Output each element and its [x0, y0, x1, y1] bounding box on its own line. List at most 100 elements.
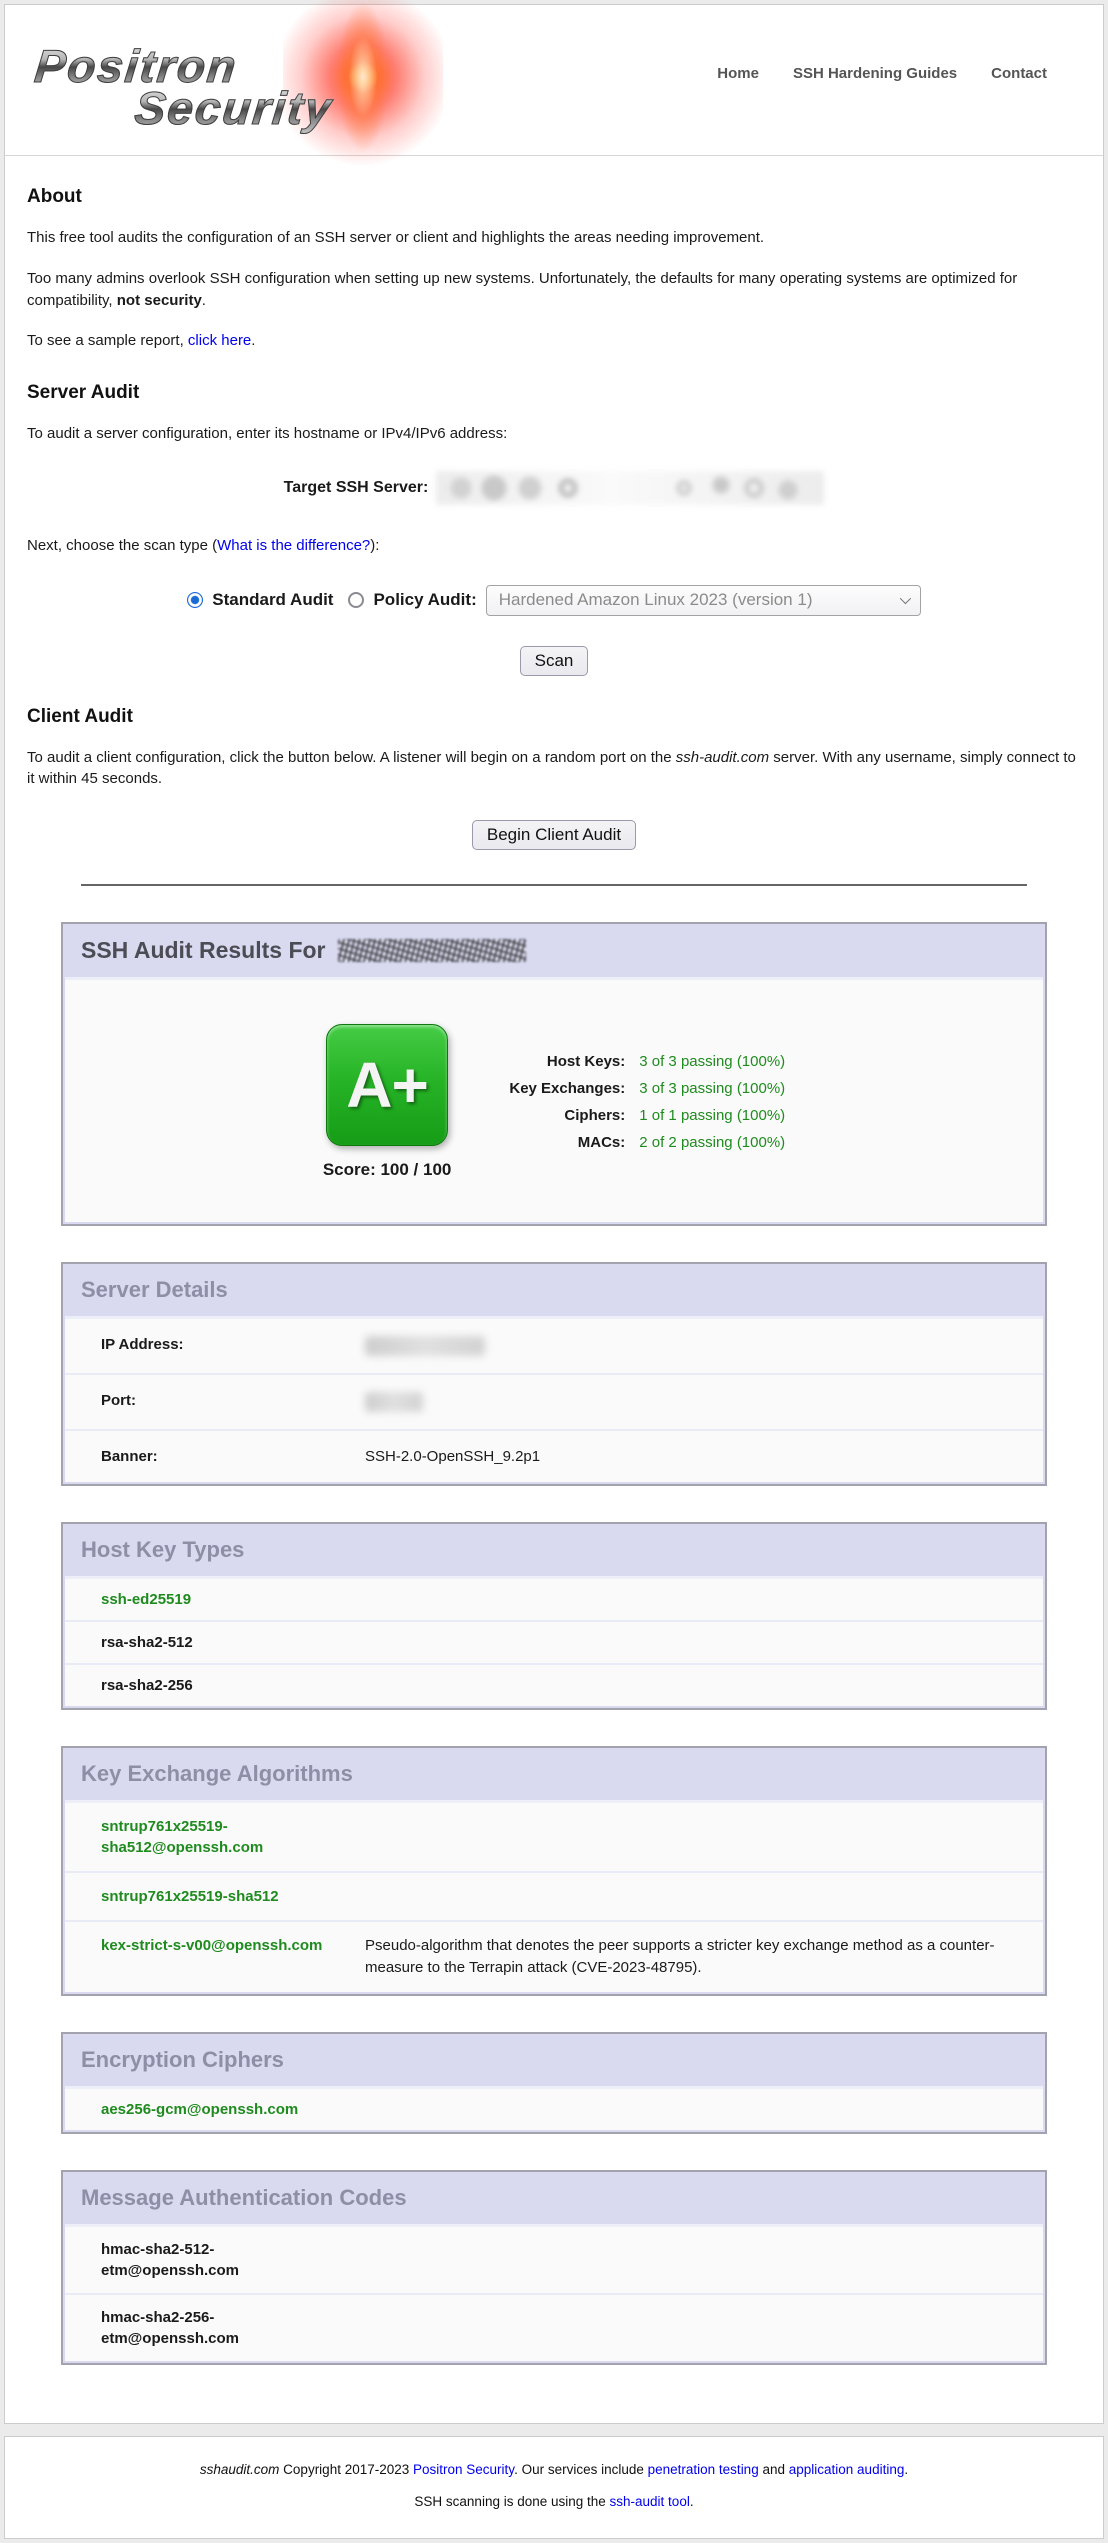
ciphers-body: aes256-gcm@openssh.com: [65, 2086, 1043, 2130]
mac-name: hmac-sha2-256- etm@openssh.com: [65, 2295, 279, 2361]
footer-and: and: [759, 2462, 789, 2477]
list-item: rsa-sha2-512: [65, 1620, 1043, 1663]
nav-home[interactable]: Home: [717, 65, 759, 82]
stat-value-macs: 2 of 2 passing (100%): [639, 1134, 785, 1151]
target-ssh-server-input[interactable]: [436, 471, 824, 505]
macs-header: Message Authentication Codes: [65, 2174, 1043, 2224]
list-item: hmac-sha2-256- etm@openssh.com: [65, 2293, 1043, 2361]
grade-column: A+ Score: 100 / 100: [323, 1024, 452, 1180]
footer-site-name: sshaudit.com: [200, 2462, 280, 2477]
footer-line-1: sshaudit.com Copyright 2017-2023 Positro…: [25, 2462, 1083, 2477]
policy-audit-radio[interactable]: [348, 592, 364, 608]
nav-ssh-hardening-guides[interactable]: SSH Hardening Guides: [793, 65, 957, 82]
standard-audit-label: Standard Audit: [212, 590, 333, 610]
port-label: Port:: [65, 1375, 365, 1429]
footer-services-text: . Our services include: [514, 2462, 648, 2477]
site-header: Positron Security Home SSH Hardening Gui…: [5, 5, 1103, 156]
cipher-name: aes256-gcm@openssh.com: [65, 2089, 338, 2130]
results-panel-header: SSH Audit Results For: [65, 926, 1043, 977]
sample-report-link[interactable]: click here: [188, 332, 251, 349]
port-value: [365, 1375, 1043, 1429]
results-title: SSH Audit Results For: [81, 937, 326, 963]
policy-select[interactable]: Hardened Amazon Linux 2023 (version 1): [486, 585, 921, 616]
list-item: sntrup761x25519- sha512@openssh.com: [65, 1803, 1043, 1871]
grade-badge: A+: [326, 1024, 448, 1146]
about-paragraph-2: Too many admins overlook SSH configurati…: [27, 268, 1081, 312]
redacted-hostname: [338, 939, 526, 962]
scan-button-row: Scan: [27, 646, 1081, 676]
host-key-types-header: Host Key Types: [65, 1526, 1043, 1576]
score-label: Score: 100 / 100: [323, 1160, 452, 1180]
footer-line2-end: .: [690, 2494, 694, 2509]
list-item: ssh-ed25519: [65, 1579, 1043, 1620]
host-key-name: ssh-ed25519: [65, 1579, 231, 1620]
server-audit-intro: To audit a server configuration, enter i…: [27, 423, 1081, 445]
kex-algorithm-name: sntrup761x25519- sha512@openssh.com: [65, 1803, 365, 1871]
results-stats: Host Keys: 3 of 3 passing (100%) Key Exc…: [509, 1053, 785, 1151]
key-exchange-header: Key Exchange Algorithms: [65, 1750, 1043, 1800]
about-p2-bold: not security: [117, 292, 202, 309]
footer-company-link[interactable]: Positron Security: [413, 2462, 514, 2477]
policy-select-value: Hardened Amazon Linux 2023 (version 1): [499, 590, 813, 610]
server-details-panel: Server Details IP Address: Port: Banner:…: [61, 1262, 1047, 1486]
nav-contact[interactable]: Contact: [991, 65, 1047, 82]
target-server-row: Target SSH Server:: [27, 471, 1081, 505]
stat-value-key-exchanges: 3 of 3 passing (100%): [639, 1080, 785, 1097]
client-audit-button-row: Begin Client Audit: [27, 820, 1081, 850]
table-row: Banner: SSH-2.0-OpenSSH_9.2p1: [65, 1429, 1043, 1482]
list-item: aes256-gcm@openssh.com: [65, 2089, 1043, 2130]
key-exchange-panel: Key Exchange Algorithms sntrup761x25519-…: [61, 1746, 1047, 1996]
redacted-ip-address: [365, 1336, 485, 1356]
main-page-card: Positron Security Home SSH Hardening Gui…: [4, 4, 1104, 2424]
kex-algorithm-note: [365, 1873, 1043, 1920]
standard-audit-radio[interactable]: [187, 592, 203, 608]
chevron-down-icon: [899, 593, 910, 604]
server-audit-heading: Server Audit: [27, 382, 1081, 404]
kex-algorithm-note: Pseudo-algorithm that denotes the peer s…: [365, 1922, 1043, 1992]
stat-value-ciphers: 1 of 1 passing (100%): [639, 1107, 785, 1124]
footer: sshaudit.com Copyright 2017-2023 Positro…: [4, 2436, 1104, 2539]
table-row: Port:: [65, 1373, 1043, 1429]
footer-sshaudit-tool-link[interactable]: ssh-audit tool: [610, 2494, 690, 2509]
client-audit-paragraph: To audit a client configuration, click t…: [27, 747, 1081, 791]
client-audit-heading: Client Audit: [27, 706, 1081, 728]
about-p2-end: .: [202, 292, 206, 309]
kex-algorithm-name: sntrup761x25519-sha512: [65, 1873, 365, 1920]
key-exchange-body: sntrup761x25519- sha512@openssh.com sntr…: [65, 1800, 1043, 1992]
host-key-types-panel: Host Key Types ssh-ed25519 rsa-sha2-512 …: [61, 1522, 1047, 1710]
macs-body: hmac-sha2-512- etm@openssh.com hmac-sha2…: [65, 2224, 1043, 2361]
grade-letter: A+: [346, 1048, 428, 1122]
footer-period: .: [904, 2462, 908, 2477]
scan-type-end: ):: [370, 537, 379, 554]
sample-report-end: .: [251, 332, 255, 349]
about-paragraph-1: This free tool audits the configuration …: [27, 227, 1081, 249]
results-panel: SSH Audit Results For A+ Score: 100 / 10…: [61, 922, 1047, 1226]
about-heading: About: [27, 186, 1081, 208]
scan-type-difference-link[interactable]: What is the difference?: [217, 537, 370, 554]
footer-line-2: SSH scanning is done using the ssh-audit…: [25, 2494, 1083, 2509]
list-item: hmac-sha2-512- etm@openssh.com: [65, 2227, 1043, 2293]
sample-report-text: To see a sample report,: [27, 332, 188, 349]
macs-panel: Message Authentication Codes hmac-sha2-5…: [61, 2170, 1047, 2365]
begin-client-audit-button[interactable]: Begin Client Audit: [472, 820, 636, 850]
stat-label-macs: MACs:: [509, 1134, 625, 1151]
sample-report-line: To see a sample report, click here.: [27, 330, 1081, 352]
ciphers-header: Encryption Ciphers: [65, 2036, 1043, 2086]
kex-algorithm-note: [365, 1803, 1043, 1871]
footer-appaudit-link[interactable]: application auditing: [789, 2462, 905, 2477]
footer-scanning-text: SSH scanning is done using the: [414, 2494, 609, 2509]
footer-pentest-link[interactable]: penetration testing: [648, 2462, 759, 2477]
mac-name: hmac-sha2-512- etm@openssh.com: [65, 2227, 279, 2293]
scan-button[interactable]: Scan: [520, 646, 589, 676]
list-item: sntrup761x25519-sha512: [65, 1871, 1043, 1920]
logo[interactable]: Positron Security: [35, 39, 333, 135]
logo-text-line2: Security: [132, 81, 335, 135]
results-divider: [81, 884, 1027, 886]
client-audit-domain: ssh-audit.com: [676, 749, 769, 766]
kex-algorithm-name: kex-strict-s-v00@openssh.com: [65, 1922, 365, 1992]
server-details-header: Server Details: [65, 1266, 1043, 1316]
stat-label-ciphers: Ciphers:: [509, 1107, 625, 1124]
scan-type-text: Next, choose the scan type (: [27, 537, 217, 554]
results-panel-body: A+ Score: 100 / 100 Host Keys: 3 of 3 pa…: [65, 977, 1043, 1222]
stat-label-key-exchanges: Key Exchanges:: [509, 1080, 625, 1097]
